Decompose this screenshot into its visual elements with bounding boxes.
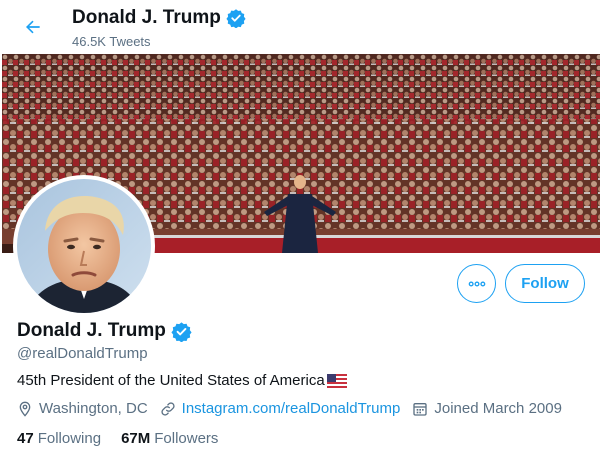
profile-name-row: Donald J. Trump — [17, 320, 192, 342]
profile-photo — [17, 179, 151, 313]
avatar — [17, 179, 151, 313]
website-item: Instagram.com/realDonaldTrump — [160, 400, 401, 417]
location-text: Washington, DC — [39, 400, 148, 417]
website-link[interactable]: Instagram.com/realDonaldTrump — [182, 400, 401, 417]
more-options-button[interactable] — [457, 264, 496, 303]
verified-badge-icon — [226, 9, 246, 28]
back-button[interactable] — [18, 12, 48, 42]
us-flag-icon — [326, 373, 347, 388]
bio-text: 45th President of the United States of A… — [17, 372, 325, 389]
verified-badge-icon — [171, 321, 192, 342]
followers-stat[interactable]: 67M Followers — [121, 430, 218, 447]
ellipsis-icon — [468, 281, 485, 287]
avatar-frame[interactable] — [13, 175, 155, 317]
top-bar: Donald J. Trump 46.5K Tweets — [0, 0, 602, 54]
location-item: Washington, DC — [17, 400, 148, 417]
header-title: Donald J. Trump — [72, 7, 221, 28]
tweet-count: 46.5K Tweets — [72, 34, 151, 49]
profile-name: Donald J. Trump — [17, 320, 166, 341]
following-label: Following — [37, 430, 102, 447]
following-stat[interactable]: 47 Following — [17, 430, 101, 447]
profile-bio: 45th President of the United States of A… — [17, 372, 347, 389]
profile-meta: Washington, DC Instagram.com/realDonaldT… — [17, 400, 574, 417]
followers-label: Followers — [154, 430, 219, 447]
back-arrow-icon — [26, 20, 40, 34]
joined-text: Joined March 2009 — [434, 400, 562, 417]
header-title-row: Donald J. Trump — [72, 7, 246, 29]
profile-handle: @realDonaldTrump — [17, 345, 148, 362]
link-icon — [161, 401, 175, 416]
follow-button[interactable]: Follow — [505, 264, 585, 303]
calendar-icon — [413, 402, 428, 416]
following-count: 47 — [17, 430, 34, 447]
follow-stats: 47 Following 67M Followers — [17, 430, 238, 447]
joined-item: Joined March 2009 — [412, 400, 562, 417]
location-pin-icon — [19, 401, 31, 417]
followers-count: 67M — [121, 430, 151, 447]
